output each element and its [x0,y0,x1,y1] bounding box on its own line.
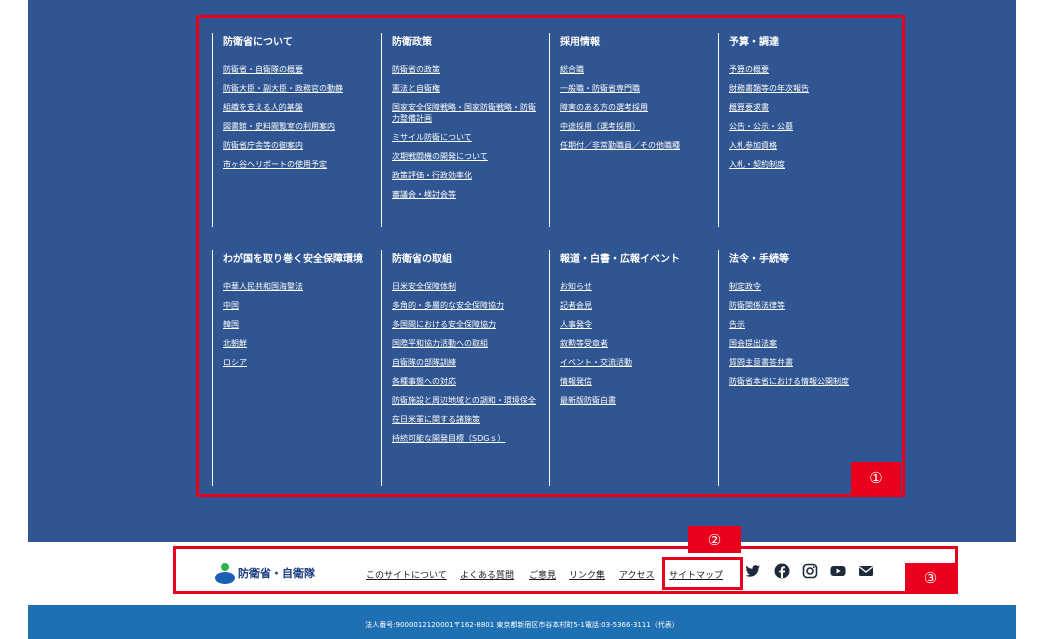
annotation-badge-3: ③ [905,563,956,592]
organization-address: 法人番号:9000012120001〒162-8801 東京都新宿区市谷本村町5… [365,621,679,629]
highlight-box-sitemap-link [662,557,743,590]
highlight-box-footer [173,546,958,594]
highlight-box-sitemap [196,15,905,497]
annotation-badge-2: ② [688,526,741,553]
address-bar: 法人番号:9000012120001〒162-8801 東京都新宿区市谷本村町5… [28,605,1016,639]
annotation-badge-1: ① [851,462,901,494]
